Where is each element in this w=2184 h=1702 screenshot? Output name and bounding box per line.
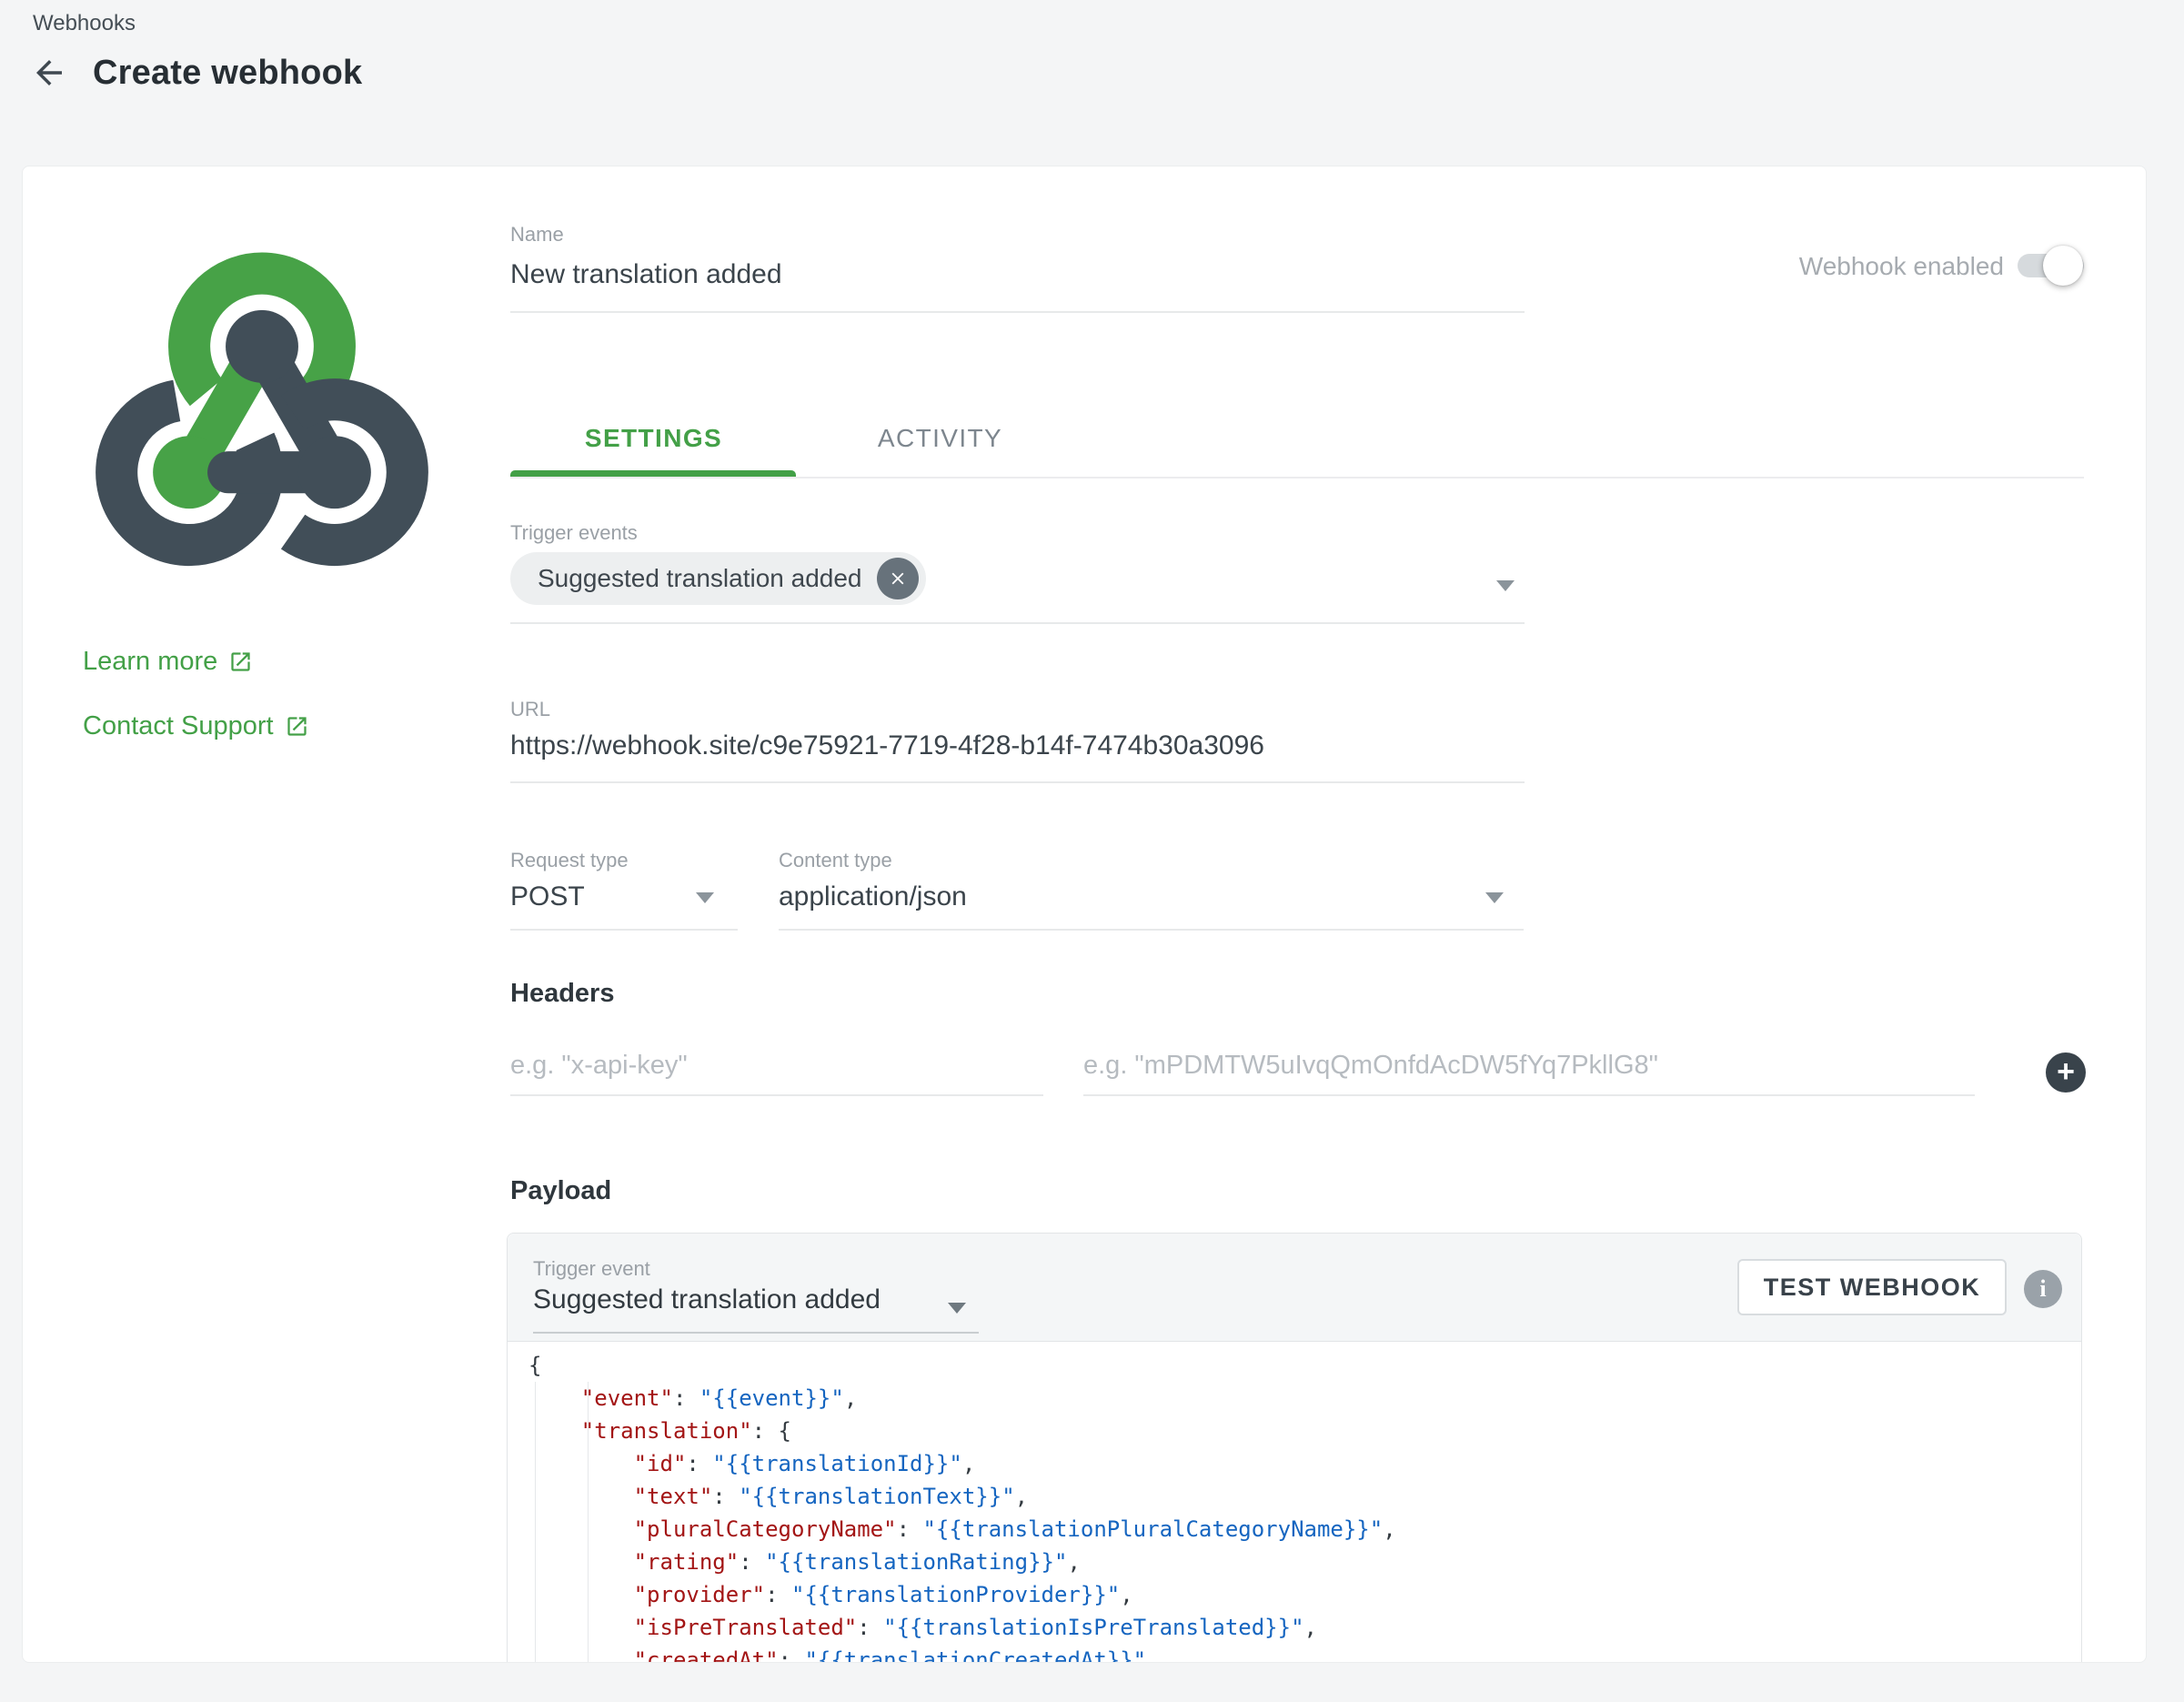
payload-code-editor[interactable]: { "event": "{{event}}", "translation": {…: [508, 1342, 2081, 1663]
request-type-label: Request type: [510, 849, 629, 872]
webhook-enabled-toggle[interactable]: [2018, 254, 2084, 277]
plus-icon: +: [2057, 1056, 2075, 1087]
content-type-select[interactable]: application/json: [779, 881, 967, 912]
trigger-event-label: Trigger event: [533, 1257, 650, 1281]
add-header-button[interactable]: +: [2046, 1052, 2086, 1093]
dropdown-arrow-icon: [948, 1303, 966, 1314]
url-underline: [510, 781, 1525, 783]
url-input[interactable]: https://webhook.site/c9e75921-7719-4f28-…: [510, 730, 1264, 761]
dropdown-arrow-icon: [696, 892, 714, 903]
code-line: "event": "{{event}}",: [528, 1382, 2081, 1415]
header-value-input[interactable]: [1083, 1036, 1975, 1096]
toggle-thumb: [2043, 246, 2083, 286]
code-line: "pluralCategoryName": "{{translationPlur…: [528, 1513, 2081, 1546]
learn-more-label: Learn more: [83, 647, 217, 677]
code-line: "rating": "{{translationRating}}",: [528, 1546, 2081, 1578]
info-icon[interactable]: i: [2024, 1270, 2062, 1308]
close-icon: [888, 569, 908, 589]
dropdown-arrow-icon: [1485, 892, 1504, 903]
back-button[interactable]: [27, 51, 71, 95]
code-line: "provider": "{{translationProvider}}",: [528, 1578, 2081, 1611]
tab-divider: [510, 477, 2084, 478]
payload-trigger-event-select[interactable]: Suggested translation added: [533, 1284, 881, 1315]
payload-select-underline: [533, 1332, 979, 1334]
payload-panel: Trigger event Suggested translation adde…: [507, 1233, 2082, 1663]
header-key-input[interactable]: [510, 1036, 1043, 1096]
payload-heading: Payload: [510, 1176, 611, 1206]
request-type-select[interactable]: POST: [510, 881, 585, 912]
tab-activity[interactable]: ACTIVITY: [797, 407, 1083, 470]
title-row: Create webhook: [27, 51, 362, 95]
external-link-icon: [285, 714, 309, 739]
code-line: "translation": {: [528, 1415, 2081, 1447]
page-title: Create webhook: [93, 54, 362, 93]
code-line: "text": "{{translationText}}",: [528, 1480, 2081, 1513]
back-arrow-icon: [30, 54, 68, 92]
payload-panel-header: Trigger event Suggested translation adde…: [508, 1234, 2081, 1342]
chip-remove-button[interactable]: [877, 558, 919, 599]
external-link-icon: [228, 650, 253, 674]
indent-guide: [535, 1382, 536, 1663]
learn-more-link[interactable]: Learn more: [83, 647, 253, 677]
url-label: URL: [510, 698, 550, 721]
code-line: "isPreTranslated": "{{translationIsPreTr…: [528, 1611, 2081, 1644]
create-webhook-card: Learn more Contact Support Name New tran…: [22, 166, 2147, 1663]
name-label: Name: [510, 223, 564, 247]
chip-label: Suggested translation added: [538, 564, 862, 593]
code-line: {: [528, 1349, 2081, 1382]
payload-code-lines: { "event": "{{event}}", "translation": {…: [528, 1349, 2081, 1663]
indent-guide: [588, 1382, 589, 1663]
contact-support-label: Contact Support: [83, 711, 274, 741]
headers-heading: Headers: [510, 979, 614, 1009]
name-underline: [510, 311, 1525, 313]
trigger-event-chip[interactable]: Suggested translation added: [510, 552, 926, 605]
request-type-underline: [510, 929, 738, 931]
content-type-label: Content type: [779, 849, 892, 872]
trigger-events-underline: [510, 622, 1525, 624]
webhook-enabled-label: Webhook enabled: [1799, 252, 2004, 281]
contact-support-link[interactable]: Contact Support: [83, 711, 309, 741]
code-line: "createdAt": "{{translationCreatedAt}}",: [528, 1644, 2081, 1663]
trigger-events-label: Trigger events: [510, 521, 638, 545]
tab-settings[interactable]: SETTINGS: [510, 407, 797, 470]
code-line: "id": "{{translationId}}",: [528, 1447, 2081, 1480]
content-type-underline: [779, 929, 1524, 931]
test-webhook-button[interactable]: TEST WEBHOOK: [1737, 1259, 2007, 1315]
dropdown-arrow-icon[interactable]: [1496, 580, 1515, 591]
breadcrumb[interactable]: Webhooks: [33, 11, 136, 36]
name-input[interactable]: New translation added: [510, 259, 782, 290]
webhook-logo-icon: [80, 237, 444, 581]
